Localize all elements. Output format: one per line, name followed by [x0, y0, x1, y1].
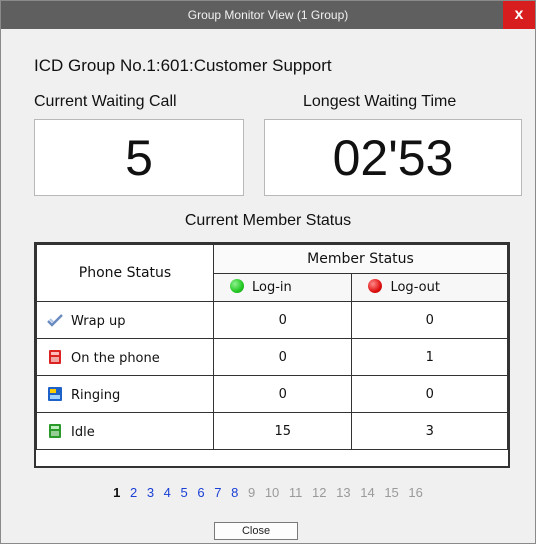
page-disabled: 16 [408, 485, 423, 500]
table-row: On the phone 0 1 [36, 338, 508, 376]
current-waiting-call-value: 5 [34, 119, 244, 196]
wrap-up-icon [47, 312, 63, 328]
page-current: 1 [113, 485, 121, 500]
page-disabled: 14 [360, 485, 375, 500]
status-label: On the phone [71, 350, 160, 366]
close-button[interactable]: Close [214, 522, 298, 540]
idle-icon [47, 423, 63, 439]
status-cell: Wrap up [36, 301, 214, 339]
logout-count: 3 [351, 412, 508, 450]
group-name: ICD Group No.1:601:Customer Support [34, 56, 332, 75]
page-disabled: 11 [288, 485, 303, 500]
status-label: Ringing [71, 387, 121, 403]
login-header-label: Log-in [252, 280, 292, 296]
page-link[interactable]: 5 [181, 485, 188, 500]
status-cell: Idle [36, 412, 214, 450]
login-header: Log-in [212, 272, 353, 302]
window-title: Group Monitor View (1 Group) [187, 8, 349, 22]
logout-count: 0 [351, 375, 508, 413]
page-link[interactable]: 4 [164, 485, 171, 500]
table-row: Wrap up 0 0 [36, 301, 508, 339]
title-bar: Group Monitor View (1 Group) x [1, 1, 535, 29]
page-link[interactable]: 7 [214, 485, 221, 500]
current-member-status-label: Current Member Status [184, 212, 352, 229]
member-status-table: Phone Status Member Status Log-in Log-ou… [34, 242, 510, 468]
member-status-header: Member Status [213, 244, 508, 274]
page-link[interactable]: 8 [231, 485, 238, 500]
window-close-icon[interactable]: x [503, 1, 535, 29]
page-disabled: 10 [264, 485, 280, 500]
status-cell: Ringing [36, 375, 214, 413]
login-indicator-icon [230, 279, 244, 294]
table-row: Idle 15 3 [36, 412, 508, 450]
logout-count: 0 [351, 301, 508, 339]
page-link[interactable]: 2 [130, 485, 137, 500]
login-count: 0 [212, 375, 353, 413]
login-count: 0 [212, 301, 353, 339]
page-disabled: 12 [312, 485, 327, 500]
table-row: Ringing 0 0 [36, 375, 508, 413]
status-label: Idle [71, 424, 95, 440]
page-disabled: 9 [247, 485, 256, 500]
on-phone-icon [47, 349, 63, 365]
group-monitor-window: Group Monitor View (1 Group) x ICD Group… [0, 0, 536, 544]
logout-count: 1 [351, 338, 508, 376]
phone-status-header: Phone Status [36, 244, 214, 302]
logout-header-label: Log-out [390, 280, 440, 296]
longest-waiting-time-label: Longest Waiting Time [303, 93, 457, 110]
logout-header: Log-out [351, 272, 508, 302]
login-count: 15 [212, 412, 353, 450]
page-disabled: 15 [384, 485, 399, 500]
page-link[interactable]: 3 [147, 485, 154, 500]
ringing-icon [47, 386, 63, 402]
logout-indicator-icon [368, 279, 383, 294]
page-link[interactable]: 6 [197, 485, 204, 500]
status-cell: On the phone [36, 338, 214, 376]
current-waiting-call-label: Current Waiting Call [34, 93, 177, 110]
status-label: Wrap up [71, 313, 126, 329]
login-count: 0 [212, 338, 353, 376]
pagination: 1 2 3 4 5 6 7 8 9 10 11 12 13 14 15 16 [1, 485, 535, 500]
longest-waiting-time-value: 02'53 [264, 119, 522, 196]
page-disabled: 13 [336, 485, 351, 500]
